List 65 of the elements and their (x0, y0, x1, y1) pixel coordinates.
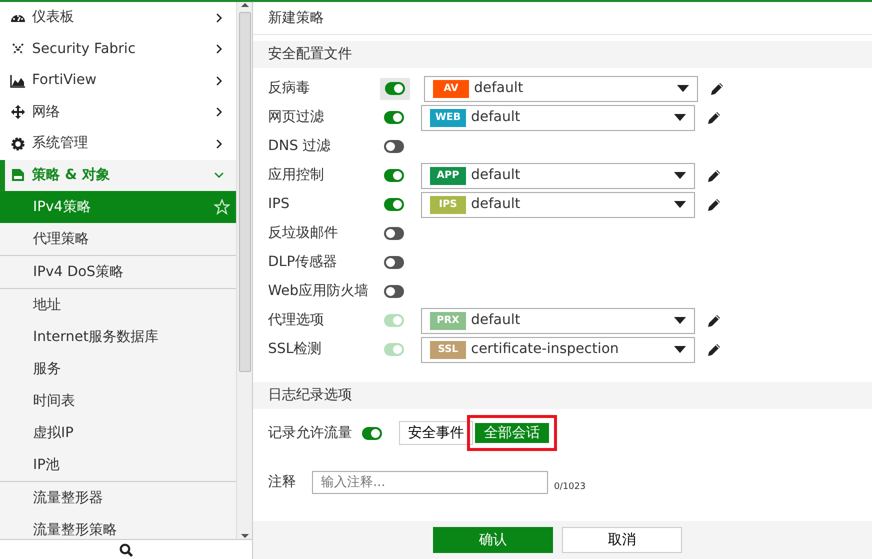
profile-tag: SSL (430, 340, 466, 358)
confirm-button[interactable]: 确认 (433, 527, 553, 553)
comment-field[interactable]: 输入注释... (312, 471, 548, 494)
chevron-right-icon (214, 76, 224, 86)
section-header: 日志纪录选项 (253, 382, 872, 409)
field-label: 记录允许流量 (268, 424, 352, 442)
caret-icon (674, 172, 686, 179)
field-label: 注释 (268, 473, 296, 492)
field-label: IPS (268, 195, 290, 214)
profile-tag: WEB (430, 108, 466, 126)
field-label: SSL检测 (268, 340, 323, 359)
pencil-icon[interactable] (707, 110, 721, 124)
toggle-switch[interactable] (384, 198, 404, 211)
chevron-right-icon (214, 107, 224, 118)
caret-icon (677, 85, 689, 92)
profile-dropdown[interactable]: WEB default (421, 104, 695, 130)
profile-dropdown[interactable]: AV default (424, 76, 698, 102)
section-header: 安全配置文件 (253, 41, 872, 68)
star-icon[interactable] (214, 199, 230, 215)
toggle-switch[interactable] (384, 256, 404, 269)
profile-tag: AV (433, 80, 469, 98)
scroll-up-icon[interactable] (240, 2, 248, 8)
field-label: DNS 过滤 (268, 137, 332, 156)
chevron-right-icon (214, 12, 224, 23)
profile-dropdown[interactable]: APP default (421, 162, 695, 188)
toggle-switch[interactable] (385, 82, 405, 95)
field-label: 反垃圾邮件 (268, 224, 339, 243)
toggle-switch[interactable] (384, 227, 404, 240)
field-label: 代理选项 (268, 311, 325, 330)
area-chart-icon (10, 72, 26, 89)
field-label: 网页过滤 (268, 108, 325, 127)
profile-dropdown[interactable]: IPS default (421, 192, 695, 218)
submenu-item[interactable]: IPv4策略 (0, 191, 236, 223)
segment-button[interactable]: 全部会话 (475, 423, 549, 443)
field-label: 应用控制 (268, 166, 325, 185)
toggle-switch[interactable] (384, 111, 404, 124)
toggle-switch[interactable] (384, 140, 404, 153)
chevron-right-icon (214, 44, 224, 54)
toggle-switch[interactable] (384, 169, 404, 182)
caret-icon (674, 201, 686, 208)
cancel-button[interactable]: 取消 (562, 527, 682, 553)
search-icon[interactable] (119, 542, 133, 556)
move-icon (10, 104, 26, 120)
field-label: Web应用防火墙 (268, 282, 370, 301)
segment-button[interactable]: 安全事件 (399, 421, 473, 445)
caret-icon (674, 346, 686, 353)
pencil-icon[interactable] (707, 168, 721, 182)
pencil-icon[interactable] (707, 198, 721, 212)
caret-icon (674, 317, 686, 324)
profile-tag: PRX (430, 312, 466, 330)
toggle-switch[interactable] (384, 285, 404, 298)
document-icon (10, 167, 26, 184)
chevron-down-icon (214, 170, 224, 180)
field-label: DLP传感器 (268, 253, 338, 272)
caret-icon (674, 114, 686, 121)
character-counter: 0/1023 (554, 480, 586, 494)
toggle-switch[interactable] (362, 426, 382, 440)
profile-tag: IPS (430, 196, 466, 214)
settings-icon (10, 136, 26, 152)
field-label: 反病毒 (268, 79, 311, 98)
menu-item[interactable]: 策略 & 对象 (0, 160, 236, 191)
page-title: 新建策略 (253, 2, 872, 35)
pencil-icon[interactable] (710, 82, 724, 96)
chevron-right-icon (214, 138, 224, 149)
profile-tag: APP (430, 166, 466, 184)
